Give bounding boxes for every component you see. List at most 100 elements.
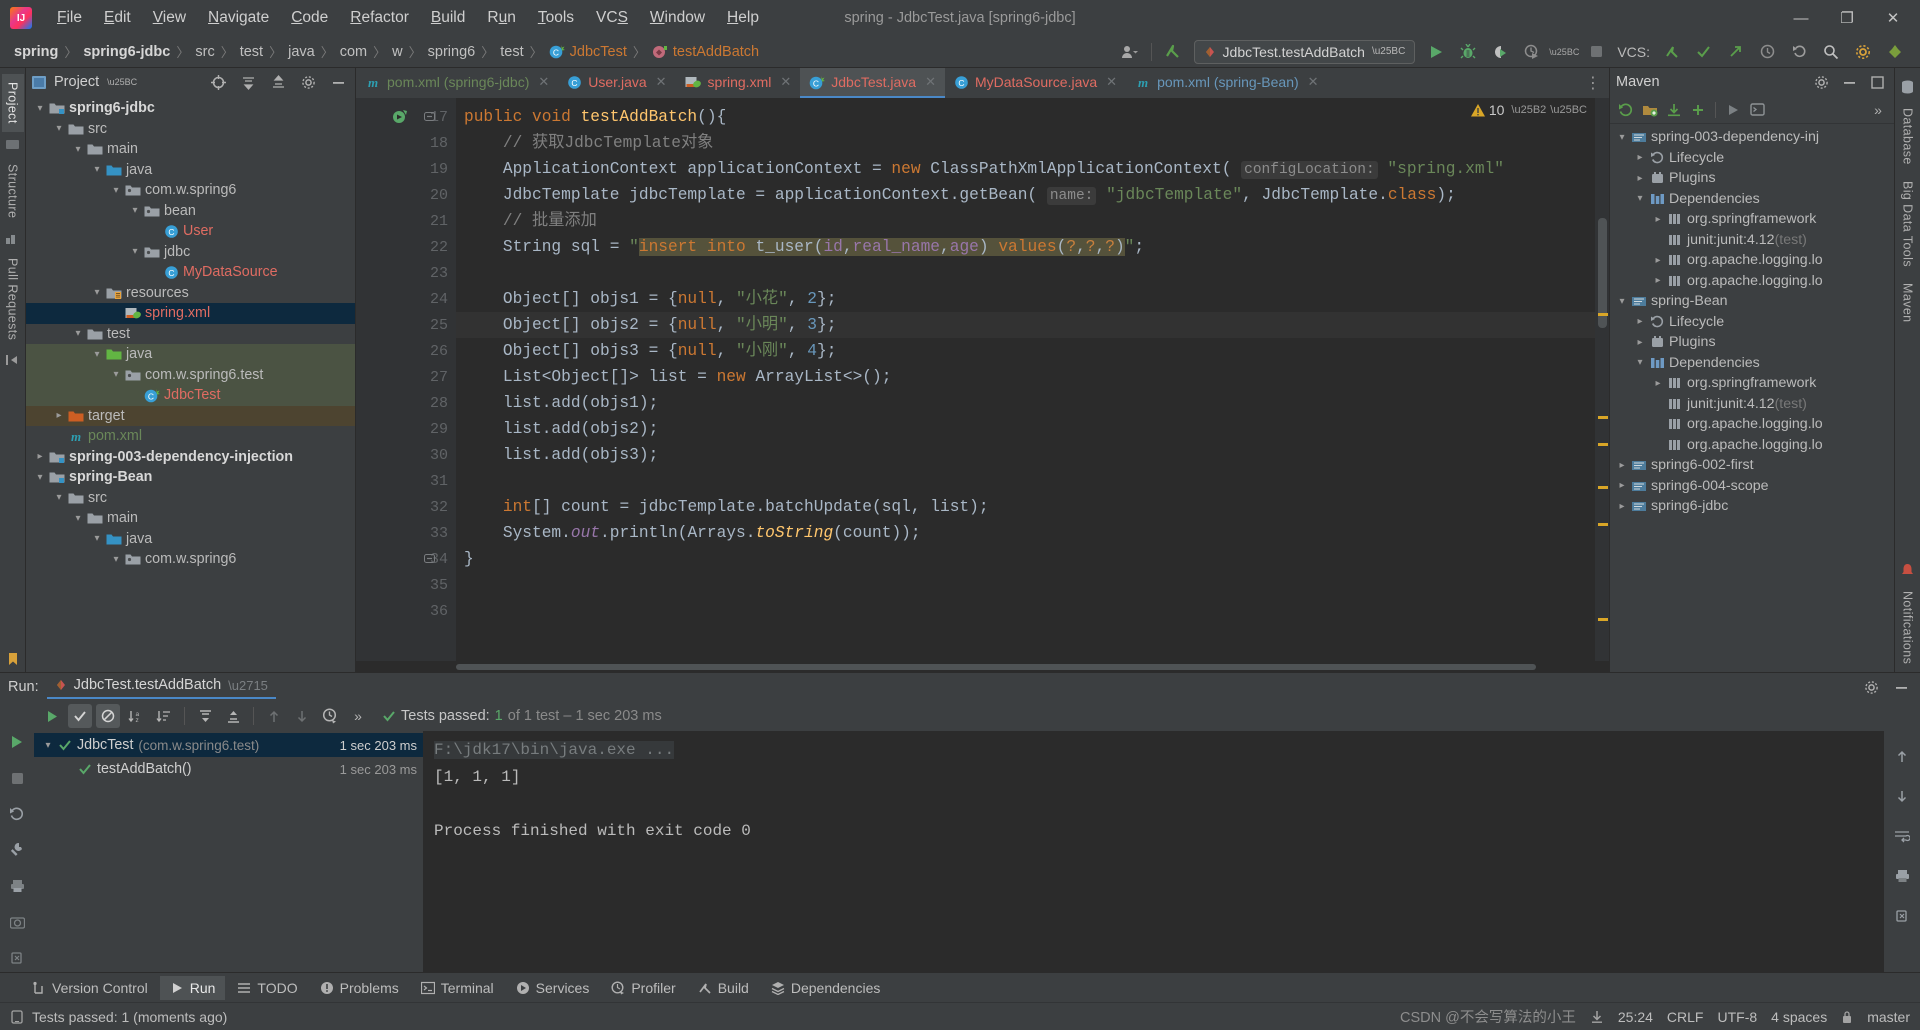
code-content[interactable]: public void testAddBatch(){ // 获取JdbcTem… xyxy=(456,98,1595,661)
project-tree-item-user[interactable]: C User xyxy=(26,221,355,242)
download-sources-icon[interactable] xyxy=(1663,99,1685,121)
chevron-right-icon[interactable]: ▸ xyxy=(32,451,48,462)
execute-goal-icon[interactable] xyxy=(1746,99,1768,121)
tool-window-services[interactable]: Services xyxy=(506,976,600,1000)
chevron-down-icon[interactable]: ▾ xyxy=(70,328,86,339)
menu-refactor[interactable]: Refactor xyxy=(339,6,420,30)
settings-icon[interactable] xyxy=(1810,71,1832,93)
editor-area[interactable]: 17 18 19 20 21 22 23 24 25 26 27 28 29 30 31 32 33 34 35 36… xyxy=(356,98,1609,661)
project-tree-item-main[interactable]: ▾ main xyxy=(26,508,355,529)
menu-view[interactable]: View xyxy=(142,6,197,30)
tool-window-bar[interactable]: Version Control Run TODO Problems Terminal Se… xyxy=(0,972,1920,1002)
editor-tab-pom-xml-spring-bean-[interactable]: m pom.xml (spring-Bean) ✕ xyxy=(1126,68,1328,98)
maven-tree-item-lifecycle[interactable]: ▸ Lifecycle xyxy=(1610,312,1894,333)
chevron-down-icon[interactable]: ▾ xyxy=(51,492,67,503)
lock-icon[interactable] xyxy=(1841,1010,1853,1024)
locate-icon[interactable] xyxy=(207,71,229,93)
clear-console-icon[interactable] xyxy=(1891,905,1913,927)
project-tree-item-jdbctest[interactable]: C JdbcTest xyxy=(26,385,355,406)
run-icon[interactable] xyxy=(1722,99,1744,121)
editor-tab-mydatasource-java[interactable]: C MyDataSource.java ✕ xyxy=(945,68,1126,98)
gutter-line-31[interactable]: 31 xyxy=(356,468,456,494)
tool-window-build[interactable]: Build xyxy=(688,976,759,1000)
test-row-testaddbatch-[interactable]: testAddBatch() 1 sec 203 ms xyxy=(34,757,423,781)
gutter-line-23[interactable]: 23 xyxy=(356,260,456,286)
test-row-jdbctest[interactable]: ▾ JdbcTest (com.w.spring6.test) 1 sec 203 m… xyxy=(34,733,423,757)
sidebar-item-maven[interactable]: Maven xyxy=(1897,275,1919,331)
sidebar-item-big-data-tools[interactable]: Big Data Tools xyxy=(1897,173,1919,275)
code-line-32[interactable]: int[] count = jdbcTemplate.batchUpdate(s… xyxy=(456,494,1595,520)
print-icon[interactable] xyxy=(6,875,28,897)
indent[interactable]: 4 spaces xyxy=(1771,1009,1827,1025)
show-ignored-toggle[interactable] xyxy=(96,704,120,728)
maximize-button[interactable]: ❐ xyxy=(1824,1,1870,35)
project-tree[interactable]: ▾ spring6-jdbc ▾ src ▾ main ▾ java ▾ com.w.spring… xyxy=(26,96,355,672)
maven-tree-item-junit-junit-4-12[interactable]: junit:junit:4.12 (test) xyxy=(1610,394,1894,415)
chevron-down-icon[interactable]: ▾ xyxy=(108,369,124,380)
more-icon[interactable]: » xyxy=(1867,99,1889,121)
gutter-line-19[interactable]: 19 xyxy=(356,156,456,182)
sort-by-duration-icon[interactable] xyxy=(152,704,176,728)
maven-tree-item-plugins[interactable]: ▸ Plugins xyxy=(1610,332,1894,353)
maven-tree-item-org-apache-logging-lo[interactable]: ▸ org.apache.logging.lo xyxy=(1610,271,1894,292)
vcs-rollback-icon[interactable] xyxy=(1788,41,1810,63)
code-line-23[interactable] xyxy=(456,260,1595,286)
breadcrumb-item-java[interactable]: java xyxy=(288,44,315,60)
camera-icon[interactable] xyxy=(6,911,28,933)
user-icon[interactable] xyxy=(1119,41,1141,63)
maven-tree-item-spring6-002-first[interactable]: ▸ spring6-002-first xyxy=(1610,455,1894,476)
debug-icon[interactable] xyxy=(1457,41,1479,63)
vcs-update-icon[interactable] xyxy=(1162,41,1184,63)
search-icon[interactable] xyxy=(1820,41,1842,63)
tool-window-dependencies[interactable]: Dependencies xyxy=(761,976,891,1000)
close-icon[interactable]: ✕ xyxy=(656,74,667,90)
expand-all-icon[interactable] xyxy=(237,71,259,93)
commit-icon[interactable] xyxy=(5,138,20,150)
chevron-down-icon[interactable]: ▾ xyxy=(89,164,105,175)
settings-icon[interactable] xyxy=(297,71,319,93)
menu-vcs[interactable]: VCS xyxy=(585,6,639,30)
caret-position[interactable]: 25:24 xyxy=(1618,1009,1653,1025)
chevron-right-icon[interactable]: ▸ xyxy=(1614,501,1630,512)
menu-build[interactable]: Build xyxy=(420,6,476,30)
chevron-right-icon[interactable]: ▸ xyxy=(1614,460,1630,471)
chevron-down-icon[interactable]: \u25BC xyxy=(107,77,137,87)
show-passed-toggle[interactable] xyxy=(68,704,92,728)
chevron-right-icon[interactable]: ▸ xyxy=(1632,316,1648,327)
close-icon[interactable]: ✕ xyxy=(925,74,936,90)
rerun-icon[interactable] xyxy=(6,731,28,753)
menu-file[interactable]: File xyxy=(46,6,93,30)
editor-tab-user-java[interactable]: C User.java ✕ xyxy=(558,68,675,98)
code-line-33[interactable]: System.out.println(Arrays.toString(count… xyxy=(456,520,1595,546)
breadcrumb-item-w[interactable]: w xyxy=(392,44,402,60)
gutter-line-21[interactable]: 21 xyxy=(356,208,456,234)
gutter-line-25[interactable]: 25 xyxy=(356,312,456,338)
sidebar-item-pull-requests[interactable]: Pull Requests xyxy=(2,250,24,348)
chevron-down-icon[interactable]: \u25BC xyxy=(1550,104,1587,116)
gutter-line-17[interactable]: 17 xyxy=(356,104,456,130)
project-tree-item-pom-xml[interactable]: m pom.xml xyxy=(26,426,355,447)
gutter-line-20[interactable]: 20 xyxy=(356,182,456,208)
sort-alphabetically-icon[interactable]: az xyxy=(124,704,148,728)
chevron-down-icon[interactable]: ▾ xyxy=(70,513,86,524)
collapse-icon[interactable] xyxy=(1866,71,1888,93)
vcs-push-icon[interactable] xyxy=(1724,41,1746,63)
notifications-bell-icon[interactable] xyxy=(1901,563,1914,577)
code-line-20[interactable]: JdbcTemplate jdbcTemplate = applicationC… xyxy=(456,182,1595,208)
gutter-line-29[interactable]: 29 xyxy=(356,416,456,442)
settings-wrench-icon[interactable] xyxy=(6,839,28,861)
maven-tree-item-junit-junit-4-12[interactable]: junit:junit:4.12 (test) xyxy=(1610,230,1894,251)
project-tree-item-main[interactable]: ▾ main xyxy=(26,139,355,160)
code-line-17[interactable]: public void testAddBatch(){ xyxy=(456,104,1595,130)
run-icon[interactable] xyxy=(1425,41,1447,63)
maven-tree-item-org-apache-logging-lo[interactable]: org.apache.logging.lo xyxy=(1610,435,1894,456)
tool-window-terminal[interactable]: Terminal xyxy=(411,976,504,1000)
next-failed-icon[interactable] xyxy=(290,704,314,728)
chevron-down-icon[interactable]: ▾ xyxy=(89,533,105,544)
vcs-history-icon[interactable] xyxy=(1756,41,1778,63)
project-tree-item-test[interactable]: ▾ test xyxy=(26,324,355,345)
notifications-icon[interactable] xyxy=(1884,41,1906,63)
maven-tree-item-spring6-jdbc[interactable]: ▸ spring6-jdbc xyxy=(1610,496,1894,517)
chevron-down-icon[interactable]: ▾ xyxy=(32,472,48,483)
breadcrumb-item-test[interactable]: test xyxy=(240,44,263,60)
